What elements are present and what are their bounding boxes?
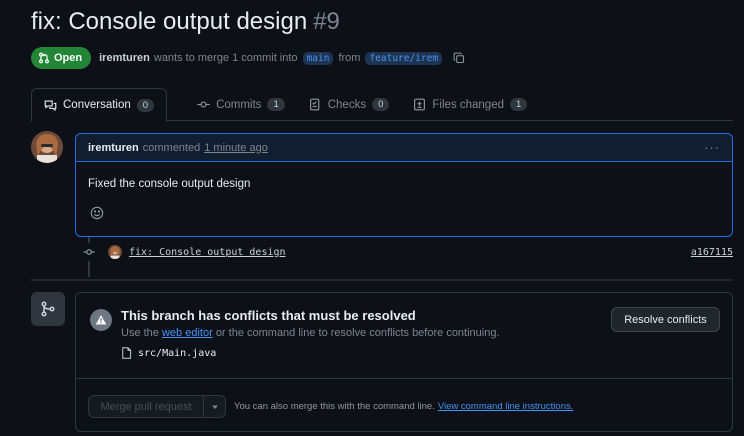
file-icon xyxy=(122,347,132,359)
tab-counter: 0 xyxy=(136,98,155,112)
alert-icon xyxy=(90,309,112,331)
tab-label: Checks xyxy=(327,98,367,111)
timeline-divider xyxy=(31,279,733,281)
comment-timestamp[interactable]: 1 minute ago xyxy=(204,142,268,154)
conflict-title: This branch has conflicts that must be r… xyxy=(121,308,416,323)
web-editor-link[interactable]: web editor xyxy=(162,327,213,339)
avatar[interactable] xyxy=(31,131,63,163)
checklist-icon xyxy=(309,98,320,111)
conflict-file-path: src/Main.java xyxy=(138,347,217,359)
merge-pull-request-button[interactable]: Merge pull request xyxy=(88,395,204,418)
pr-title-row: fix: Console output design #9 xyxy=(31,8,340,44)
tab-label: Files changed xyxy=(432,98,504,111)
pr-meta: Open iremturen wants to merge 1 commit i… xyxy=(31,47,465,69)
merge-description: wants to merge 1 commit into xyxy=(153,52,298,64)
command-line-instructions-link[interactable]: View command line instructions. xyxy=(438,401,574,412)
tab-files-changed[interactable]: Files changed 1 xyxy=(401,88,539,121)
tab-checks[interactable]: Checks 0 xyxy=(297,88,402,121)
conflict-description-text: or the command line to resolve conflicts… xyxy=(215,327,500,339)
conflict-section: This branch has conflicts that must be r… xyxy=(76,293,732,379)
comment-body: Fixed the console output design xyxy=(88,178,251,190)
conflict-description-text: Use the xyxy=(121,327,159,339)
kebab-horizontal-icon[interactable]: ··· xyxy=(704,140,720,155)
git-commit-icon xyxy=(80,243,98,261)
merge-action-row: Merge pull request You can also merge th… xyxy=(88,395,573,418)
pr-number: #9 xyxy=(313,8,340,35)
head-branch[interactable]: feature/irem xyxy=(365,51,443,65)
tab-counter: 1 xyxy=(267,98,285,111)
merge-options-dropdown[interactable] xyxy=(204,395,226,418)
avatar[interactable] xyxy=(108,245,122,259)
state-label: Open xyxy=(54,52,83,64)
comment-box: iremturen commented 1 minute ago ··· Fix… xyxy=(75,133,733,237)
from-label: from xyxy=(338,52,361,64)
smiley-icon[interactable] xyxy=(90,206,104,225)
comment-author[interactable]: iremturen xyxy=(88,142,139,154)
resolve-conflicts-button[interactable]: Resolve conflicts xyxy=(611,307,720,332)
merge-note-text: You can also merge this with the command… xyxy=(234,401,435,412)
comment-action: commented xyxy=(142,141,201,154)
pr-author-link[interactable]: iremturen xyxy=(99,52,150,64)
comment-header: iremturen commented 1 minute ago ··· xyxy=(76,134,732,162)
file-diff-icon xyxy=(414,98,426,111)
pr-tabs: Conversation 0 Commits 1 Checks 0 Files … xyxy=(31,88,733,122)
merge-box: This branch has conflicts that must be r… xyxy=(75,292,733,432)
merge-note: You can also merge this with the command… xyxy=(234,401,573,412)
tab-conversation[interactable]: Conversation 0 xyxy=(31,88,168,122)
pr-title: fix: Console output design xyxy=(31,8,308,35)
git-pull-request-icon xyxy=(39,52,49,64)
tab-commits[interactable]: Commits 1 xyxy=(185,88,297,121)
tab-label: Conversation xyxy=(63,99,131,111)
git-commit-icon xyxy=(197,101,210,108)
copy-icon[interactable] xyxy=(453,52,465,64)
commit-sha-link[interactable]: a167115 xyxy=(691,247,733,258)
base-branch[interactable]: main xyxy=(302,51,334,65)
tab-counter: 1 xyxy=(510,98,528,111)
timeline-commit: fix: Console output design a167115 xyxy=(80,243,733,261)
git-merge-icon xyxy=(31,292,65,326)
state-badge: Open xyxy=(31,47,92,69)
tab-counter: 0 xyxy=(372,98,390,111)
triangle-down-icon xyxy=(211,405,218,409)
conflict-file: src/Main.java xyxy=(121,347,216,359)
commit-message-link[interactable]: fix: Console output design xyxy=(129,247,286,258)
tab-label: Commits xyxy=(216,98,262,111)
conflict-description: Use the web editor or the command line t… xyxy=(121,327,500,339)
comment-discussion-icon xyxy=(44,99,57,111)
